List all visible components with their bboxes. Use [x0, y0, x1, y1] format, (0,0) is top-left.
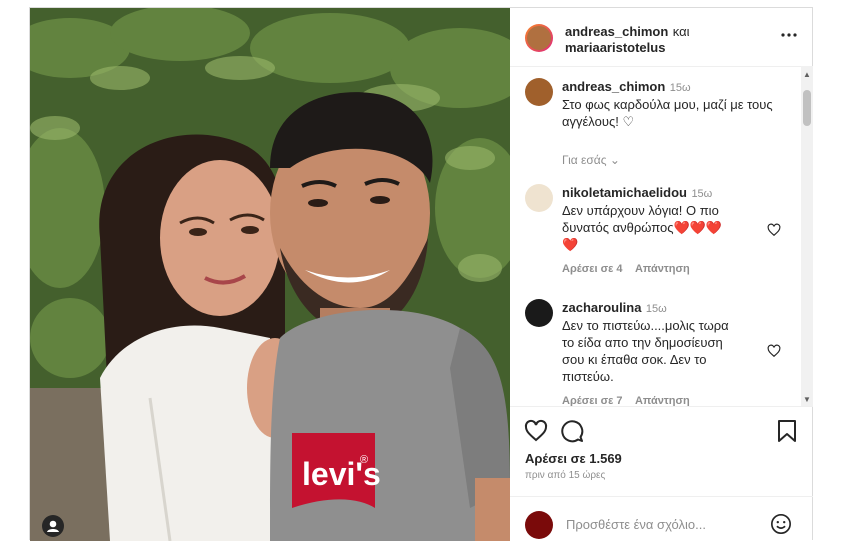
emoji-icon[interactable] [770, 513, 792, 540]
likes-count[interactable]: Αρέσει σε 1.569 [525, 451, 622, 466]
scroll-up-icon[interactable]: ▲ [803, 70, 811, 79]
header-user1[interactable]: andreas_chimon [565, 24, 668, 39]
bookmark-icon[interactable] [776, 419, 798, 448]
caption-time: 15ω [669, 82, 691, 94]
post-photo[interactable]: levi's ® [30, 8, 510, 541]
header-avatar[interactable] [525, 24, 553, 52]
caption-line1: Στο φως καρδούλα μου, μαζί με τους [562, 97, 773, 112]
post-header: andreas_chimon και mariaaristotelus [510, 8, 813, 67]
comment-avatar[interactable] [525, 299, 553, 327]
post-time-ago[interactable]: πριν από 15 ώρες [525, 470, 605, 481]
comment-line: δυνατός ανθρώπος❤️❤️❤️ [562, 220, 723, 235]
comments-scrollbar[interactable]: ▲ ▼ [801, 66, 813, 406]
viewer-avatar [525, 511, 553, 539]
chevron-down-icon: ⌄ [609, 153, 620, 167]
header-and: και [672, 24, 690, 39]
caption-avatar[interactable] [525, 78, 553, 106]
comments-area[interactable]: andreas_chimon 15ω Στο φως καρδούλα μου,… [510, 66, 813, 406]
photo-scene: levi's ® [30, 8, 510, 541]
for-you-link[interactable]: Για εσάς ⌄ [562, 153, 620, 167]
more-icon[interactable] [780, 28, 798, 42]
comment-heart-icon[interactable] [767, 223, 781, 237]
caption-line2: αγγέλους! ♡ [562, 114, 635, 129]
comment-user[interactable]: zacharoulina [562, 300, 641, 315]
comment-line: πιστεύω. [562, 369, 614, 384]
comment-time: 15ω [691, 188, 713, 200]
comment-time: 15ω [645, 303, 667, 315]
add-comment-bar: Προσθέστε ένα σχόλιο... [510, 496, 813, 542]
comment-line: ❤️ [562, 237, 579, 252]
scroll-down-icon[interactable]: ▼ [803, 395, 811, 404]
tag-user-icon[interactable] [42, 515, 64, 537]
comment-line: Δεν το πιστεύω....μολις τωρα [562, 318, 729, 333]
comment-likes[interactable]: Αρέσει σε 4 [562, 263, 623, 275]
comment-line: σου κι έπαθα σοκ. Δεν το [562, 352, 707, 367]
add-comment-input[interactable]: Προσθέστε ένα σχόλιο... [566, 517, 706, 532]
heart-icon[interactable] [524, 419, 548, 448]
tshirt-logo-text: levi's [302, 456, 381, 492]
comment-line: Δεν υπάρχουν λόγια! Ο πιο [562, 203, 719, 218]
comment-line: το είδα απο την δημοσίευση [562, 335, 723, 350]
post-actions: Αρέσει σε 1.569 πριν από 15 ώρες [510, 406, 813, 497]
caption-user[interactable]: andreas_chimon [562, 79, 665, 94]
reply-link[interactable]: Απάντηση [635, 395, 690, 406]
header-user2[interactable]: mariaaristotelus [565, 40, 665, 55]
post-sidebar: andreas_chimon και mariaaristotelus andr… [510, 8, 813, 541]
comment-likes[interactable]: Αρέσει σε 7 [562, 395, 623, 406]
comment-heart-icon[interactable] [767, 344, 781, 358]
instagram-post: levi's ® andreas_chimon και mariaaristot… [29, 7, 813, 541]
reply-link[interactable]: Απάντηση [635, 263, 690, 275]
comment-avatar[interactable] [525, 184, 553, 212]
comment-user[interactable]: nikoletamichaelidou [562, 185, 687, 200]
tshirt-logo-reg: ® [360, 454, 368, 466]
scrollbar-thumb[interactable] [803, 90, 811, 126]
for-you-label: Για εσάς [562, 153, 607, 167]
comment-icon[interactable] [560, 419, 584, 448]
